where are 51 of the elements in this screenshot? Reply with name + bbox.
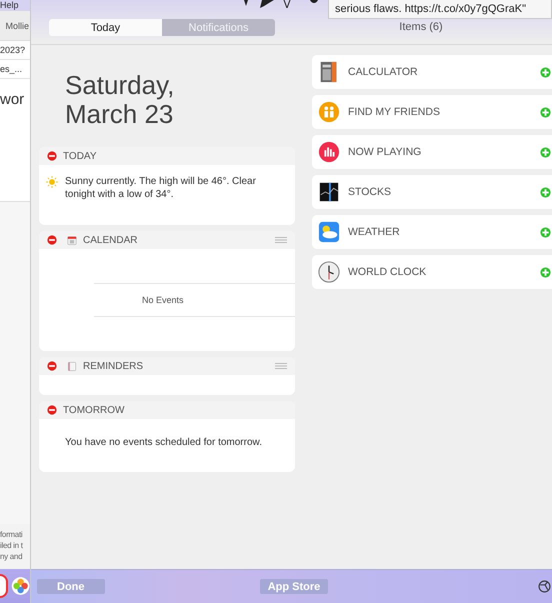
calendar-icon	[67, 234, 77, 246]
add-icon	[540, 186, 551, 198]
stock-chart-icon	[318, 181, 340, 203]
widget-title: REMINDERS	[83, 360, 144, 372]
widget-name: WEATHER	[348, 226, 401, 238]
widget-list-item[interactable]: NOW PLAYING	[312, 135, 552, 169]
body-text: iled in t	[0, 541, 24, 550]
widget-name: CALCULATOR	[348, 66, 419, 78]
tab[interactable]: Today	[49, 19, 162, 36]
heading-text: wor	[0, 90, 26, 110]
remove-icon	[47, 151, 57, 161]
date-text: March 23	[65, 100, 174, 129]
date-text: Saturday,	[65, 71, 174, 100]
weather-text: Sunny currently. The high will be 46°. Clear tonight with a low of 34°.	[65, 175, 257, 201]
toolbar-text: Mollie	[0, 11, 30, 41]
people-icon	[318, 101, 340, 123]
widget-name: WORLD CLOCK	[348, 266, 428, 278]
body-text: formati	[0, 530, 24, 539]
dock-app-icon	[10, 574, 30, 598]
notepad-icon	[67, 360, 77, 372]
add-icon	[540, 66, 551, 78]
tooltip: serious flaws. https://t.co/x0y7gQGraK"	[328, 0, 552, 19]
cloud-sun-icon	[318, 221, 340, 243]
dock-app-icon[interactable]	[0, 574, 8, 598]
sun-icon	[45, 175, 59, 189]
widget-title: TODAY	[63, 150, 98, 162]
remove-icon	[47, 405, 57, 415]
widget-list-item[interactable]: WORLD CLOCK	[312, 255, 552, 289]
widget-list-item[interactable]: CALCULATOR	[312, 55, 552, 89]
add-icon	[540, 146, 551, 158]
widget-title: CALENDAR	[83, 234, 138, 246]
body-text: ny and	[0, 552, 24, 561]
items-count: Items (6)	[399, 21, 443, 33]
menu-item[interactable]: Help	[0, 0, 30, 11]
add-icon	[540, 226, 551, 238]
remove-icon	[47, 361, 57, 371]
widget-list-item[interactable]: STOCKS	[312, 175, 552, 209]
add-icon	[540, 106, 551, 118]
events-text: You have no events scheduled for tomorrow.	[65, 437, 262, 448]
clock-icon	[318, 261, 340, 283]
add-icon	[540, 266, 551, 278]
remove-icon	[47, 235, 57, 245]
share-icon	[538, 580, 551, 593]
empty-state-text: No Events	[94, 283, 295, 317]
widget-name: NOW PLAYING	[348, 146, 422, 158]
widget-list-item[interactable]: WEATHER	[312, 215, 552, 249]
widget-list-item[interactable]: FIND MY FRIENDS	[312, 95, 552, 129]
widget-name: FIND MY FRIENDS	[348, 106, 441, 118]
widget-title: TOMORROW	[63, 404, 126, 416]
bar-graph-icon	[318, 141, 340, 163]
widget-name: STOCKS	[348, 186, 392, 198]
